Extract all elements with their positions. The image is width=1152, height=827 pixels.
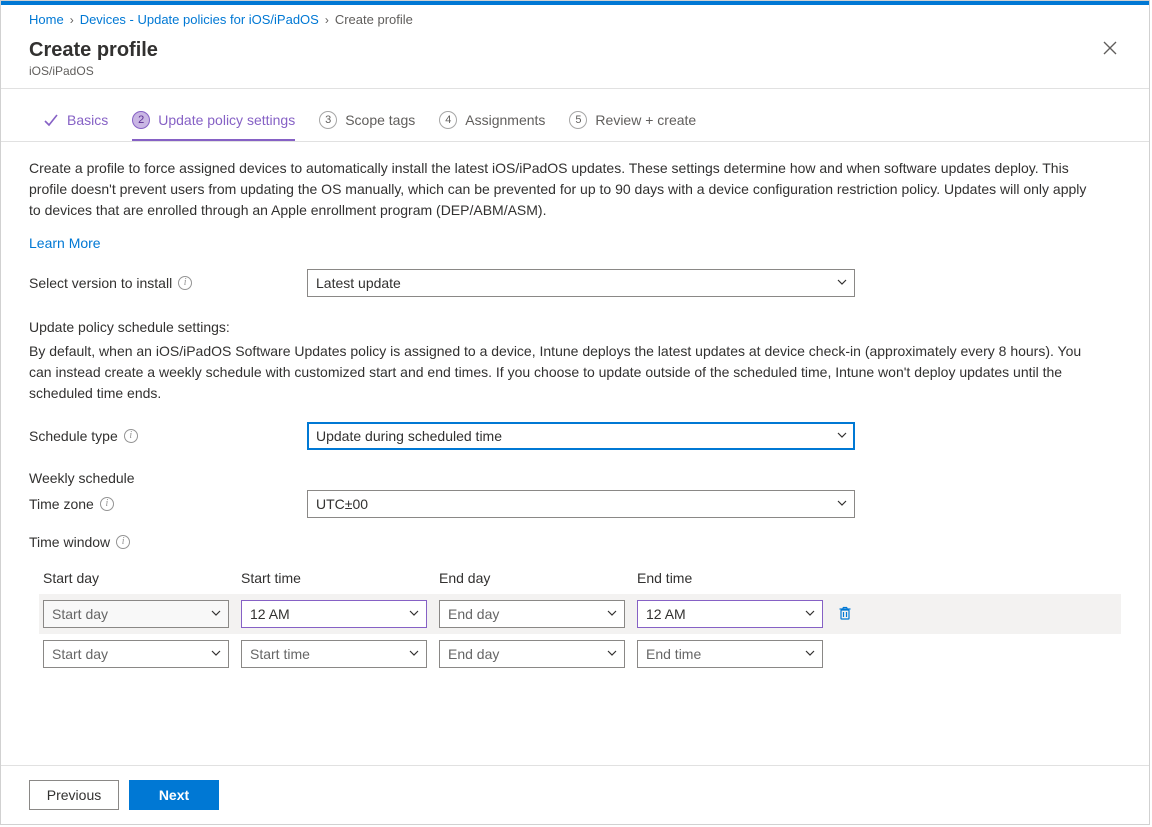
end-time-select[interactable]: End time <box>637 640 823 668</box>
close-icon <box>1103 41 1117 55</box>
tab-label: Review + create <box>595 112 696 128</box>
tab-review-create[interactable]: 5 Review + create <box>569 111 696 141</box>
time-window-row: Start day Start time End day End time <box>43 634 1121 674</box>
delete-row-button[interactable] <box>835 603 855 626</box>
breadcrumb-current: Create profile <box>335 12 413 27</box>
version-select[interactable]: Latest update <box>307 269 855 297</box>
chevron-right-icon: › <box>325 13 329 27</box>
page-title: Create profile <box>29 39 158 62</box>
start-day-select[interactable]: Start day <box>43 600 229 628</box>
schedule-type-label: Schedule type <box>29 428 118 444</box>
schedule-settings-heading: Update policy schedule settings: <box>29 319 1121 335</box>
intro-paragraph: Create a profile to force assigned devic… <box>29 158 1089 221</box>
col-start-day: Start day <box>43 570 229 586</box>
col-end-day: End day <box>439 570 625 586</box>
weekly-schedule-heading: Weekly schedule <box>29 470 1121 486</box>
chevron-down-icon <box>804 606 816 622</box>
end-time-value: End time <box>646 646 701 662</box>
col-end-time: End time <box>637 570 823 586</box>
breadcrumb-devices[interactable]: Devices - Update policies for iOS/iPadOS <box>80 12 319 27</box>
chevron-down-icon <box>210 646 222 662</box>
timezone-select[interactable]: UTC±00 <box>307 490 855 518</box>
next-button[interactable]: Next <box>129 780 219 810</box>
tab-step-number: 5 <box>569 111 587 129</box>
end-time-value: 12 AM <box>646 606 686 622</box>
start-time-value: Start time <box>250 646 310 662</box>
end-day-value: End day <box>448 606 499 622</box>
chevron-down-icon <box>804 646 816 662</box>
chevron-down-icon <box>408 646 420 662</box>
previous-button[interactable]: Previous <box>29 780 119 810</box>
start-day-select[interactable]: Start day <box>43 640 229 668</box>
trash-icon <box>837 605 853 621</box>
end-day-value: End day <box>448 646 499 662</box>
chevron-down-icon <box>210 606 222 622</box>
close-button[interactable] <box>1099 39 1121 62</box>
col-start-time: Start time <box>241 570 427 586</box>
timezone-value: UTC±00 <box>316 496 368 512</box>
version-select-value: Latest update <box>316 275 401 291</box>
info-icon[interactable]: i <box>178 276 192 290</box>
check-icon <box>43 112 59 128</box>
info-icon[interactable]: i <box>116 535 130 549</box>
tab-basics[interactable]: Basics <box>43 112 108 140</box>
tab-step-number: 3 <box>319 111 337 129</box>
tab-update-policy-settings[interactable]: 2 Update policy settings <box>132 111 295 141</box>
tab-label: Scope tags <box>345 112 415 128</box>
info-icon[interactable]: i <box>100 497 114 511</box>
tab-label: Update policy settings <box>158 112 295 128</box>
timewindow-label: Time window <box>29 534 110 550</box>
info-icon[interactable]: i <box>124 429 138 443</box>
chevron-down-icon <box>606 646 618 662</box>
end-day-select[interactable]: End day <box>439 640 625 668</box>
start-time-select[interactable]: Start time <box>241 640 427 668</box>
start-day-value: Start day <box>52 646 108 662</box>
time-window-row: Start day 12 AM End day 12 AM <box>39 594 1121 634</box>
chevron-down-icon <box>836 428 848 444</box>
page-subtitle: iOS/iPadOS <box>29 64 158 78</box>
end-day-select[interactable]: End day <box>439 600 625 628</box>
schedule-settings-paragraph: By default, when an iOS/iPadOS Software … <box>29 341 1089 404</box>
breadcrumb: Home › Devices - Update policies for iOS… <box>1 5 1149 31</box>
tab-step-number: 2 <box>132 111 150 129</box>
start-time-value: 12 AM <box>250 606 290 622</box>
version-label: Select version to install <box>29 275 172 291</box>
learn-more-link[interactable]: Learn More <box>29 235 101 251</box>
tab-step-number: 4 <box>439 111 457 129</box>
tab-assignments[interactable]: 4 Assignments <box>439 111 545 141</box>
chevron-right-icon: › <box>70 13 74 27</box>
tab-scope-tags[interactable]: 3 Scope tags <box>319 111 415 141</box>
timezone-label: Time zone <box>29 496 94 512</box>
chevron-down-icon <box>606 606 618 622</box>
tab-label: Assignments <box>465 112 545 128</box>
schedule-type-select[interactable]: Update during scheduled time <box>307 422 855 450</box>
breadcrumb-home[interactable]: Home <box>29 12 64 27</box>
time-window-table: Start day Start time End day End time St… <box>43 562 1121 674</box>
schedule-type-value: Update during scheduled time <box>316 428 502 444</box>
chevron-down-icon <box>836 275 848 291</box>
tab-label: Basics <box>67 112 108 128</box>
chevron-down-icon <box>408 606 420 622</box>
wizard-tabs: Basics 2 Update policy settings 3 Scope … <box>1 89 1149 142</box>
end-time-select[interactable]: 12 AM <box>637 600 823 628</box>
start-time-select[interactable]: 12 AM <box>241 600 427 628</box>
chevron-down-icon <box>836 496 848 512</box>
start-day-value: Start day <box>52 606 108 622</box>
